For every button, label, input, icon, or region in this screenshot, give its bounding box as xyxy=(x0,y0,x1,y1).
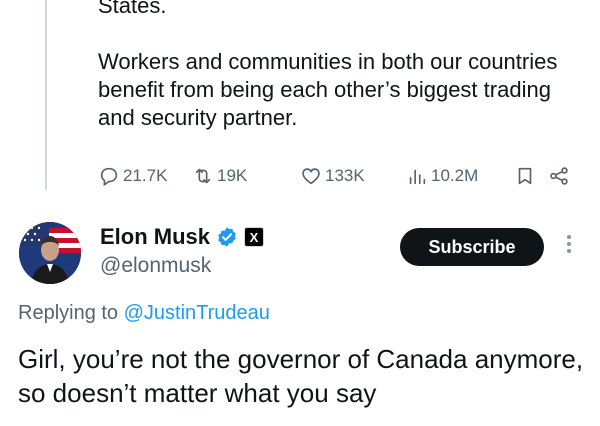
replying-to-prefix: Replying to xyxy=(18,302,119,324)
share-button[interactable] xyxy=(548,161,570,191)
parent-tweet-text: States. Workers and communities in both … xyxy=(98,0,568,132)
x-affiliation-badge[interactable]: X xyxy=(244,227,265,247)
views-icon xyxy=(409,169,426,185)
like-button[interactable]: 133K xyxy=(300,161,365,191)
retweet-count: 19K xyxy=(217,166,248,185)
retweet-button[interactable]: 19K xyxy=(192,161,247,191)
subscribe-button[interactable]: Subscribe xyxy=(400,228,544,266)
reply-tweet-text: Girl, you’re not the governor of Canada … xyxy=(18,344,584,408)
like-count: 133K xyxy=(325,166,365,185)
verified-badge-icon xyxy=(218,227,236,247)
parent-tweet-line-2: Workers and communities in both our coun… xyxy=(98,49,558,130)
replying-to-mention[interactable]: @JustinTrudeau xyxy=(124,302,270,324)
reply-count: 21.7K xyxy=(123,166,168,185)
parent-tweet-line-1: States. xyxy=(98,0,167,18)
reply-icon xyxy=(100,167,118,187)
more-options-icon[interactable] xyxy=(562,232,576,262)
views-button[interactable]: 10.2M xyxy=(406,161,478,191)
replying-to-line: Replying to @JustinTrudeau xyxy=(18,302,270,325)
share-icon xyxy=(550,167,568,185)
bookmark-button[interactable] xyxy=(514,161,536,191)
author-handle[interactable]: @elonmusk xyxy=(100,254,211,278)
author-avatar[interactable] xyxy=(19,222,81,284)
author-name[interactable]: Elon Musk xyxy=(100,224,210,250)
view-count: 10.2M xyxy=(431,166,479,185)
author-name-row: Elon Musk X xyxy=(100,224,265,250)
retweet-icon xyxy=(195,168,211,184)
heart-icon xyxy=(302,168,320,185)
bookmark-icon xyxy=(518,167,532,185)
reply-button[interactable]: 21.7K xyxy=(98,161,167,191)
thread-connector-line xyxy=(45,0,47,190)
tweet-action-bar: 21.7K 19K 133K 10.2M xyxy=(96,161,576,191)
